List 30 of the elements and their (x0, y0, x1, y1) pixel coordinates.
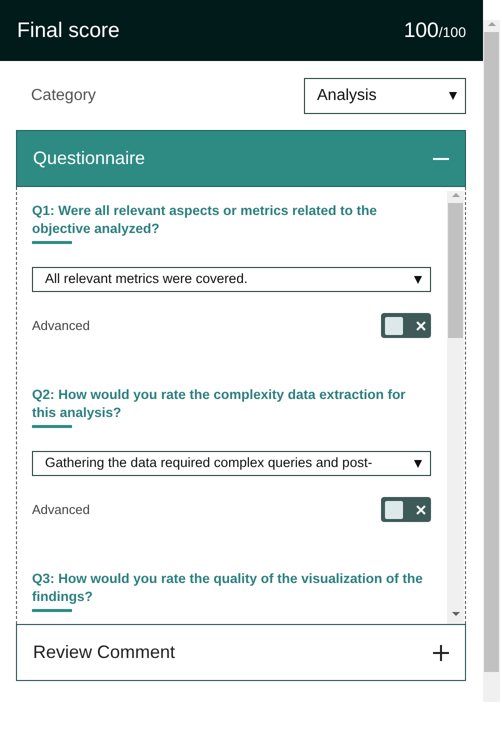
accordion-header[interactable]: Questionnaire (16, 130, 466, 187)
caret-icon (414, 276, 422, 284)
question-text: Q1: Were all relevant aspects or metrics related to the objective analyzed? (32, 202, 378, 238)
scroll-down-icon[interactable] (452, 612, 460, 616)
score-text: 100/100 (404, 18, 466, 44)
minus-icon (433, 158, 449, 160)
question-underline (32, 425, 72, 428)
advanced-label: Advanced (32, 316, 90, 335)
scroll-up-icon[interactable] (452, 193, 460, 197)
header-title: Final score (17, 18, 120, 44)
caret-icon (449, 92, 457, 100)
close-icon (416, 320, 426, 330)
question-underline (32, 609, 72, 612)
accordion-header[interactable]: Review Comment (16, 624, 466, 681)
question-underline (32, 241, 72, 244)
caret-icon (414, 460, 422, 468)
advanced-label: Advanced (32, 500, 90, 519)
plus-icon (433, 644, 449, 660)
close-icon (416, 504, 426, 514)
question-text: Q2: How would you rate the complexity data extraction for this analysis? (32, 386, 407, 422)
toggle-switch[interactable] (381, 313, 431, 338)
inner-scrollbar[interactable] (447, 191, 464, 624)
answer-dropdown[interactable]: All relevant metrics were covered. (32, 267, 431, 292)
answer-dropdown[interactable]: Gathering the data required complex queries and post- (32, 451, 431, 476)
page-scrollbar[interactable] (483, 20, 500, 702)
toggle-switch[interactable] (381, 497, 431, 522)
question-text: Q3: How would you rate the quality of the visualization of the findings? (32, 570, 424, 606)
category-dropdown[interactable]: Analysis (304, 78, 466, 114)
category-label: Category (31, 86, 96, 106)
scroll-up-icon[interactable] (488, 22, 496, 26)
